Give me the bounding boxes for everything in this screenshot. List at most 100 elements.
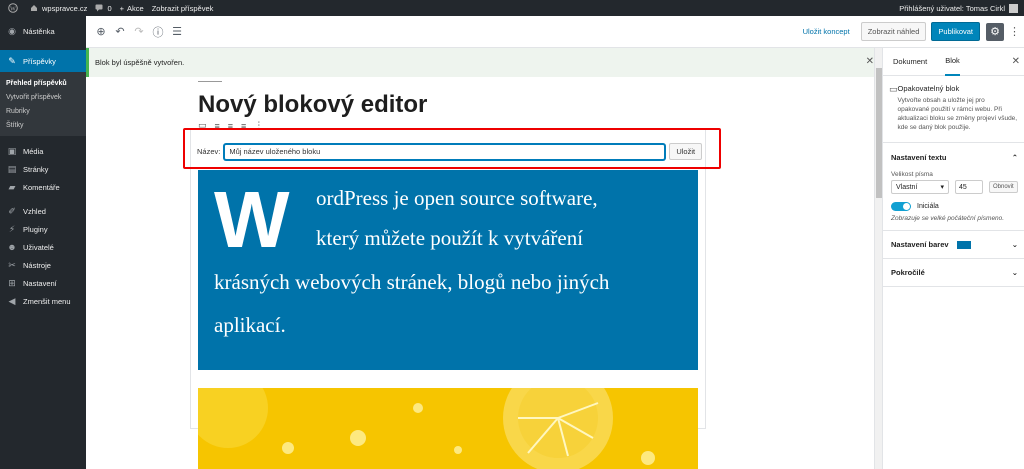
advanced-title: Pokročilé xyxy=(891,268,925,277)
collapse-icon: ◀ xyxy=(8,295,16,306)
preview-button[interactable]: Zobrazit náhled xyxy=(860,22,927,41)
comments-icon: ▰ xyxy=(8,181,16,192)
sidebar-item-pages[interactable]: ▤ Stránky xyxy=(0,160,86,178)
font-size-label: Velikost písma xyxy=(891,171,933,178)
tools-icon: ✂ xyxy=(8,259,16,270)
notice-text: Blok byl úspěšně vytvořen. xyxy=(95,58,185,67)
block-card-description: Vytvořte obsah a uložte jej pro opakovan… xyxy=(897,97,1018,131)
sidebar-item-plugins[interactable]: ⚡ Pluginy xyxy=(0,220,86,238)
undo-icon[interactable]: ↶ xyxy=(113,25,127,39)
avatar xyxy=(1009,3,1018,13)
close-icon[interactable]: ✕ xyxy=(1012,56,1020,67)
drop-cap-label: Iniciála xyxy=(917,203,939,210)
sidebar-item-label: Uživatelé xyxy=(23,242,54,252)
font-size-select[interactable]: Vlastní ▾ xyxy=(891,180,949,194)
success-notice: Blok byl úspěšně vytvořen. ✕ xyxy=(86,48,878,77)
sidebar-item-media[interactable]: ▣ Média xyxy=(0,142,86,160)
title-divider xyxy=(198,81,222,82)
new-content-link[interactable]: + Akce xyxy=(120,4,144,13)
users-icon: ☻ xyxy=(7,242,17,252)
sidebar-item-settings[interactable]: ⊞ Nastavení xyxy=(0,274,86,292)
reset-button[interactable]: Obnovit xyxy=(989,181,1018,193)
site-name-link[interactable]: wpspravce.cz xyxy=(30,4,87,13)
close-icon[interactable]: ✕ xyxy=(866,56,874,67)
sidebar-item-label: Komentáře xyxy=(23,182,60,192)
sidebar-item-label: Příspěvky xyxy=(23,56,56,66)
more-options-icon[interactable]: ⋮ xyxy=(1009,25,1020,38)
drop-cap-toggle[interactable] xyxy=(891,202,911,211)
chevron-up-icon: ⌃ xyxy=(1011,152,1018,162)
advanced-toggle[interactable]: Pokročilé ⌄ xyxy=(883,259,1024,287)
publish-button[interactable]: Publikovat xyxy=(931,22,980,41)
color-swatch xyxy=(956,241,971,249)
sidebar-item-dashboard[interactable]: ◉ Nástěnka xyxy=(0,22,86,40)
drop-cap-letter: W xyxy=(214,175,290,264)
plus-icon: + xyxy=(119,3,124,13)
font-size-select-value: Vlastní xyxy=(896,183,918,191)
admin-bar: W wpspravce.cz 0 + Akce Zobrazit příspěv… xyxy=(0,0,1024,16)
info-icon[interactable]: ⓘ xyxy=(151,25,165,39)
submenu-all-posts[interactable]: Přehled příspěvků xyxy=(0,76,86,90)
drop-cap-hint: Zobrazuje se velké počáteční písmeno. xyxy=(891,215,1005,222)
dashboard-icon: ◉ xyxy=(8,25,16,36)
plugins-icon: ⚡ xyxy=(8,223,16,234)
sidebar-item-label: Nastavení xyxy=(23,278,57,288)
pin-icon: ✎ xyxy=(8,55,16,66)
wordpress-logo-icon[interactable]: W xyxy=(8,3,22,13)
lemon-image xyxy=(198,388,698,469)
add-block-icon[interactable]: ⊕ xyxy=(94,25,108,39)
sidebar-item-label: Stránky xyxy=(23,164,49,174)
canvas-scrollbar[interactable] xyxy=(874,48,882,469)
user-account-menu[interactable]: Přihlášený uživatel: Tomas Cirkl xyxy=(899,3,1018,13)
sidebar-item-comments[interactable]: ▰ Komentáře xyxy=(0,178,86,196)
sidebar-item-label: Nástěnka xyxy=(23,26,55,36)
redo-icon[interactable]: ↷ xyxy=(132,25,146,39)
sidebar-item-tools[interactable]: ✂ Nástroje xyxy=(0,256,86,274)
sidebar-item-label: Vzhled xyxy=(23,206,46,216)
submenu-add-post[interactable]: Vytvořit příspěvek xyxy=(0,90,86,104)
panel-tabs: Dokument Blok ✕ xyxy=(883,48,1024,76)
paragraph-line: aplikací. xyxy=(214,313,286,337)
pages-icon: ▤ xyxy=(7,163,17,174)
highlight-annotation xyxy=(183,128,721,169)
comment-bubble-icon xyxy=(95,4,103,12)
sidebar-collapse-menu[interactable]: ◀ Zmenšit menu xyxy=(0,292,86,310)
reusable-block-icon: ▭ xyxy=(889,84,898,94)
editor-toolbar: ⊕ ↶ ↷ ⓘ ☰ Uložit koncept Zobrazit náhled… xyxy=(86,16,1024,48)
settings-icon: ⊞ xyxy=(8,277,16,288)
sidebar-item-posts[interactable]: ✎ Příspěvky xyxy=(0,50,86,72)
sidebar-item-label: Nástroje xyxy=(23,260,51,270)
appearance-icon: ✐ xyxy=(8,205,16,216)
sidebar-item-label: Zmenšit menu xyxy=(23,296,71,306)
submenu-tags[interactable]: Štítky xyxy=(0,118,86,132)
home-icon xyxy=(31,5,37,11)
color-settings-title: Nastavení barev xyxy=(891,239,949,249)
sidebar-item-users[interactable]: ☻ Uživatelé xyxy=(0,238,86,256)
chevron-down-icon: ⌄ xyxy=(1011,268,1018,277)
save-draft-button[interactable]: Uložit koncept xyxy=(803,27,850,36)
outline-list-icon[interactable]: ☰ xyxy=(170,25,184,39)
paragraph-line: krásných webových stránek, blogů nebo ji… xyxy=(214,270,610,294)
text-settings-toggle[interactable]: Nastavení textu ⌃ xyxy=(883,143,1024,171)
comments-link[interactable]: 0 xyxy=(95,3,112,13)
gear-icon[interactable]: ⚙ xyxy=(986,22,1004,41)
sidebar-item-appearance[interactable]: ✐ Vzhled xyxy=(0,202,86,220)
chevron-down-icon: ⌄ xyxy=(1011,240,1018,249)
posts-submenu: Přehled příspěvků Vytvořit příspěvek Rub… xyxy=(0,72,86,136)
media-icon: ▣ xyxy=(7,145,17,156)
sidebar-item-label: Média xyxy=(23,146,44,156)
color-settings-toggle[interactable]: Nastavení barev ⌄ xyxy=(883,231,1024,259)
sidebar-item-label: Pluginy xyxy=(23,224,48,234)
block-card: ▭ Opakovatelný blok Vytvořte obsah a ulo… xyxy=(883,76,1024,143)
post-title[interactable]: Nový blokový editor xyxy=(198,91,427,119)
user-greeting: Přihlášený uživatel: Tomas Cirkl xyxy=(899,3,1005,13)
tab-document[interactable]: Dokument xyxy=(893,48,927,76)
view-post-link[interactable]: Zobrazit příspěvek xyxy=(152,4,214,13)
tab-block[interactable]: Blok xyxy=(945,48,960,76)
text-settings-title: Nastavení textu xyxy=(891,152,947,162)
paragraph-block[interactable]: W ordPress je open source software, kter… xyxy=(198,170,698,370)
comments-count: 0 xyxy=(107,3,112,13)
font-size-input[interactable]: 45 xyxy=(955,180,983,194)
settings-panel: Dokument Blok ✕ ▭ Opakovatelný blok Vytv… xyxy=(882,48,1024,469)
submenu-categories[interactable]: Rubriky xyxy=(0,104,86,118)
